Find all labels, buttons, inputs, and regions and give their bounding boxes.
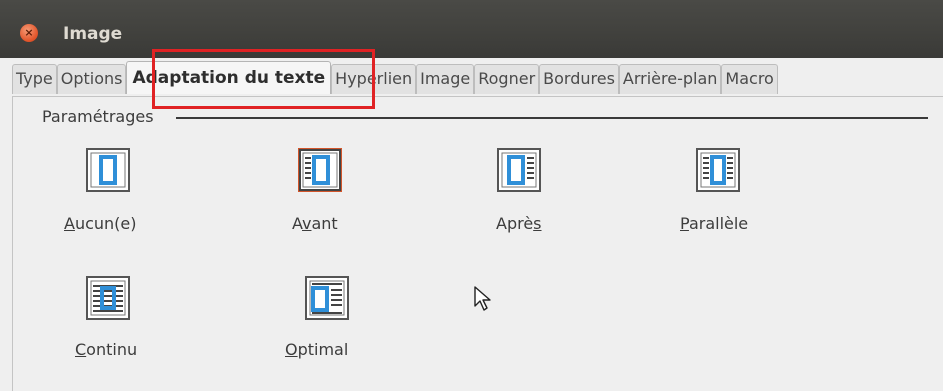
tab-options[interactable]: Options — [56, 64, 127, 94]
tab-panel — [12, 96, 943, 391]
title-bar: × Image — [0, 0, 943, 58]
wrap-before-icon[interactable] — [298, 148, 342, 192]
close-icon[interactable]: × — [20, 24, 38, 42]
mouse-cursor-icon — [474, 286, 492, 316]
option-label-optimal[interactable]: Optimal — [285, 340, 348, 359]
tab-macro[interactable]: Macro — [721, 64, 778, 94]
tab-adaptation-du-texte[interactable]: Adaptation du texte — [126, 61, 332, 94]
option-label-parallele[interactable]: Parallèle — [680, 214, 748, 233]
section-label: Paramétrages — [42, 107, 154, 126]
option-label-continu[interactable]: Continu — [75, 340, 137, 359]
option-label-aucun[interactable]: Aucun(e) — [64, 214, 137, 233]
wrap-none-icon[interactable] — [86, 148, 130, 192]
wrap-through-icon[interactable] — [86, 276, 130, 320]
wrap-optimal-icon[interactable] — [305, 276, 349, 320]
wrap-after-icon[interactable] — [497, 148, 541, 192]
option-label-avant[interactable]: Avant — [292, 214, 338, 233]
tab-rogner[interactable]: Rogner — [474, 64, 540, 94]
option-label-apres[interactable]: Après — [496, 214, 542, 233]
window-title: Image — [63, 24, 123, 44]
tab-arriere-plan[interactable]: Arrière-plan — [618, 64, 722, 94]
tab-bordures[interactable]: Bordures — [539, 64, 619, 94]
tab-type[interactable]: Type — [12, 64, 57, 94]
tab-bar: Type Options Adaptation du texte Hyperli… — [12, 61, 778, 96]
tab-hyperlien[interactable]: Hyperlien — [331, 64, 417, 94]
wrap-parallel-icon[interactable] — [696, 148, 740, 192]
section-divider — [176, 117, 928, 119]
tab-image[interactable]: Image — [416, 64, 475, 94]
